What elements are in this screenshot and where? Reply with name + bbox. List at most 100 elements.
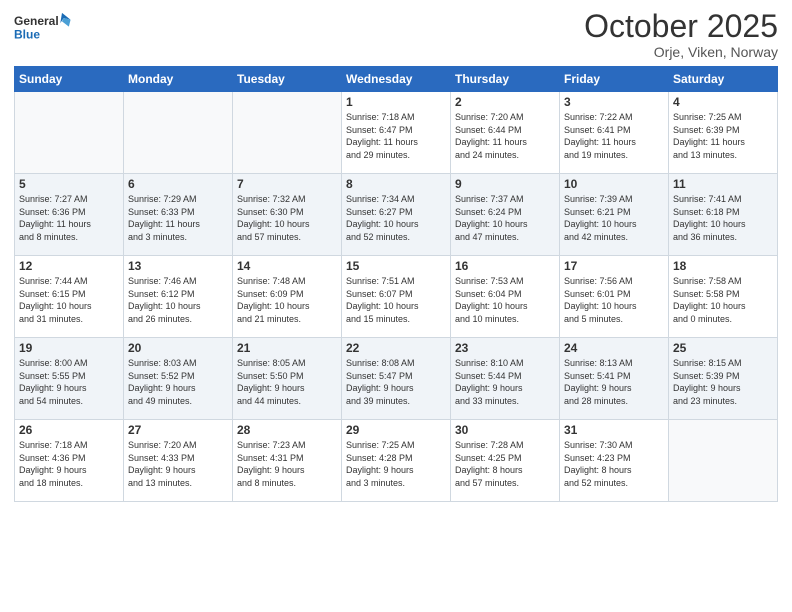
- day-number: 1: [346, 95, 446, 109]
- day-number: 17: [564, 259, 664, 273]
- day-info: Sunrise: 7:28 AMSunset: 4:25 PMDaylight:…: [455, 439, 555, 489]
- day-number: 12: [19, 259, 119, 273]
- day-number: 29: [346, 423, 446, 437]
- day-info: Sunrise: 7:39 AMSunset: 6:21 PMDaylight:…: [564, 193, 664, 243]
- day-number: 30: [455, 423, 555, 437]
- day-info: Sunrise: 7:20 AMSunset: 4:33 PMDaylight:…: [128, 439, 228, 489]
- day-info: Sunrise: 7:48 AMSunset: 6:09 PMDaylight:…: [237, 275, 337, 325]
- week-row-3: 19Sunrise: 8:00 AMSunset: 5:55 PMDayligh…: [15, 338, 778, 420]
- day-info: Sunrise: 7:18 AMSunset: 6:47 PMDaylight:…: [346, 111, 446, 161]
- col-friday: Friday: [560, 67, 669, 92]
- logo: General Blue: [14, 10, 74, 50]
- day-info: Sunrise: 7:25 AMSunset: 6:39 PMDaylight:…: [673, 111, 773, 161]
- day-number: 31: [564, 423, 664, 437]
- day-number: 28: [237, 423, 337, 437]
- day-info: Sunrise: 7:23 AMSunset: 4:31 PMDaylight:…: [237, 439, 337, 489]
- week-row-1: 5 Sunrise: 7:27 AMSunset: 6:36 PMDaylight…: [15, 174, 778, 256]
- day-info: Sunrise: 7:58 AMSunset: 5:58 PMDaylight:…: [673, 275, 773, 325]
- day-info: Sunrise: 8:10 AMSunset: 5:44 PMDaylight:…: [455, 357, 555, 407]
- day-number: 8: [346, 177, 446, 191]
- day-number: 23: [455, 341, 555, 355]
- day-number: 13: [128, 259, 228, 273]
- table-row: 20Sunrise: 8:03 AMSunset: 5:52 PMDayligh…: [124, 338, 233, 420]
- col-tuesday: Tuesday: [233, 67, 342, 92]
- day-info: Sunrise: 8:05 AMSunset: 5:50 PMDaylight:…: [237, 357, 337, 407]
- table-row: 2 Sunrise: 7:20 AMSunset: 6:44 PMDaylight…: [451, 92, 560, 174]
- day-number: 14: [237, 259, 337, 273]
- day-info: Sunrise: 7:53 AMSunset: 6:04 PMDaylight:…: [455, 275, 555, 325]
- table-row: 25 Sunrise: 8:15 AMSunset: 5:39 PMDayligh…: [669, 338, 778, 420]
- table-row: 9 Sunrise: 7:37 AMSunset: 6:24 PMDaylight…: [451, 174, 560, 256]
- location: Orje, Viken, Norway: [584, 44, 778, 60]
- logo-svg: General Blue: [14, 10, 74, 50]
- table-row: 31 Sunrise: 7:30 AMSunset: 4:23 PMDayligh…: [560, 420, 669, 502]
- table-row: 14 Sunrise: 7:48 AMSunset: 6:09 PMDayligh…: [233, 256, 342, 338]
- table-row: 11Sunrise: 7:41 AMSunset: 6:18 PMDayligh…: [669, 174, 778, 256]
- calendar-table: Sunday Monday Tuesday Wednesday Thursday…: [14, 66, 778, 502]
- table-row: 30 Sunrise: 7:28 AMSunset: 4:25 PMDayligh…: [451, 420, 560, 502]
- day-number: 9: [455, 177, 555, 191]
- day-info: Sunrise: 7:25 AMSunset: 4:28 PMDaylight:…: [346, 439, 446, 489]
- day-number: 20: [128, 341, 228, 355]
- table-row: 24 Sunrise: 8:13 AMSunset: 5:41 PMDayligh…: [560, 338, 669, 420]
- table-row: 17Sunrise: 7:56 AMSunset: 6:01 PMDayligh…: [560, 256, 669, 338]
- table-row: 16 Sunrise: 7:53 AMSunset: 6:04 PMDayligh…: [451, 256, 560, 338]
- table-row: [15, 92, 124, 174]
- table-row: 8Sunrise: 7:34 AMSunset: 6:27 PMDaylight…: [342, 174, 451, 256]
- table-row: 18Sunrise: 7:58 AMSunset: 5:58 PMDayligh…: [669, 256, 778, 338]
- day-number: 22: [346, 341, 446, 355]
- col-wednesday: Wednesday: [342, 67, 451, 92]
- svg-text:Blue: Blue: [14, 28, 40, 42]
- day-number: 25: [673, 341, 773, 355]
- page-container: General Blue October 2025 Orje, Viken, N…: [0, 0, 792, 612]
- page-header: General Blue October 2025 Orje, Viken, N…: [14, 10, 778, 60]
- table-row: 27Sunrise: 7:20 AMSunset: 4:33 PMDayligh…: [124, 420, 233, 502]
- calendar-body: 1 Sunrise: 7:18 AMSunset: 6:47 PMDaylight…: [15, 92, 778, 502]
- day-info: Sunrise: 7:29 AMSunset: 6:33 PMDaylight:…: [128, 193, 228, 243]
- day-info: Sunrise: 7:20 AMSunset: 6:44 PMDaylight:…: [455, 111, 555, 161]
- day-info: Sunrise: 8:13 AMSunset: 5:41 PMDaylight:…: [564, 357, 664, 407]
- table-row: 28 Sunrise: 7:23 AMSunset: 4:31 PMDayligh…: [233, 420, 342, 502]
- col-monday: Monday: [124, 67, 233, 92]
- table-row: 1 Sunrise: 7:18 AMSunset: 6:47 PMDaylight…: [342, 92, 451, 174]
- table-row: 3Sunrise: 7:22 AMSunset: 6:41 PMDaylight…: [560, 92, 669, 174]
- col-saturday: Saturday: [669, 67, 778, 92]
- table-row: 13 Sunrise: 7:46 AMSunset: 6:12 PMDayligh…: [124, 256, 233, 338]
- table-row: 5 Sunrise: 7:27 AMSunset: 6:36 PMDaylight…: [15, 174, 124, 256]
- table-row: 26 Sunrise: 7:18 AMSunset: 4:36 PMDayligh…: [15, 420, 124, 502]
- day-info: Sunrise: 8:00 AMSunset: 5:55 PMDaylight:…: [19, 357, 119, 407]
- day-number: 2: [455, 95, 555, 109]
- week-row-0: 1 Sunrise: 7:18 AMSunset: 6:47 PMDaylight…: [15, 92, 778, 174]
- day-info: Sunrise: 7:18 AMSunset: 4:36 PMDaylight:…: [19, 439, 119, 489]
- table-row: 29 Sunrise: 7:25 AMSunset: 4:28 PMDayligh…: [342, 420, 451, 502]
- day-info: Sunrise: 7:27 AMSunset: 6:36 PMDaylight:…: [19, 193, 119, 243]
- table-row: [233, 92, 342, 174]
- table-row: 12Sunrise: 7:44 AMSunset: 6:15 PMDayligh…: [15, 256, 124, 338]
- day-number: 24: [564, 341, 664, 355]
- day-number: 15: [346, 259, 446, 273]
- day-number: 4: [673, 95, 773, 109]
- day-info: Sunrise: 7:46 AMSunset: 6:12 PMDaylight:…: [128, 275, 228, 325]
- day-number: 3: [564, 95, 664, 109]
- title-block: October 2025 Orje, Viken, Norway: [584, 10, 778, 60]
- table-row: 22Sunrise: 8:08 AMSunset: 5:47 PMDayligh…: [342, 338, 451, 420]
- table-row: 23 Sunrise: 8:10 AMSunset: 5:44 PMDayligh…: [451, 338, 560, 420]
- day-number: 5: [19, 177, 119, 191]
- day-info: Sunrise: 8:15 AMSunset: 5:39 PMDaylight:…: [673, 357, 773, 407]
- table-row: [124, 92, 233, 174]
- day-number: 10: [564, 177, 664, 191]
- day-info: Sunrise: 7:30 AMSunset: 4:23 PMDaylight:…: [564, 439, 664, 489]
- day-number: 7: [237, 177, 337, 191]
- header-row: Sunday Monday Tuesday Wednesday Thursday…: [15, 67, 778, 92]
- day-info: Sunrise: 7:51 AMSunset: 6:07 PMDaylight:…: [346, 275, 446, 325]
- table-row: [669, 420, 778, 502]
- table-row: 4 Sunrise: 7:25 AMSunset: 6:39 PMDaylight…: [669, 92, 778, 174]
- table-row: 19Sunrise: 8:00 AMSunset: 5:55 PMDayligh…: [15, 338, 124, 420]
- day-info: Sunrise: 7:37 AMSunset: 6:24 PMDaylight:…: [455, 193, 555, 243]
- day-number: 16: [455, 259, 555, 273]
- svg-text:General: General: [14, 14, 59, 28]
- day-number: 6: [128, 177, 228, 191]
- day-info: Sunrise: 7:32 AMSunset: 6:30 PMDaylight:…: [237, 193, 337, 243]
- day-number: 26: [19, 423, 119, 437]
- col-thursday: Thursday: [451, 67, 560, 92]
